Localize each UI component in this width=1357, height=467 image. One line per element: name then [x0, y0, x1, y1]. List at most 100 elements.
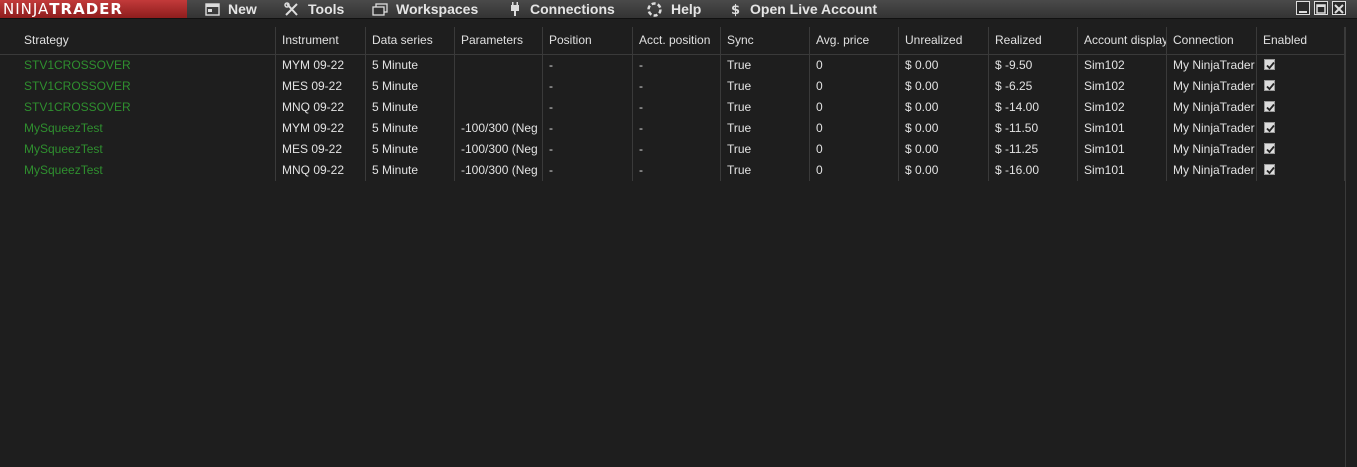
cell-connection: My NinjaTrader — [1167, 160, 1257, 181]
close-button[interactable] — [1332, 1, 1346, 15]
minimize-button[interactable] — [1296, 1, 1310, 15]
cell-sync: True — [721, 139, 810, 160]
cell-realized: $ -16.00 — [989, 160, 1078, 181]
logo-text-ninja: NINJA — [3, 0, 50, 18]
cell-instrument: MYM 09-22 — [276, 55, 366, 76]
cell-connection: My NinjaTrader — [1167, 76, 1257, 97]
column-header-strategy[interactable]: Strategy — [18, 27, 276, 54]
table-row[interactable]: STV1CROSSOVER MES 09-22 5 Minute - - True 0 $ 0… — [0, 76, 1345, 97]
cell-parameters — [455, 55, 543, 76]
cell-acct-position: - — [633, 76, 721, 97]
svg-text:$: $ — [731, 3, 740, 17]
cell-instrument: MYM 09-22 — [276, 118, 366, 139]
cell-sync: True — [721, 97, 810, 118]
menu-tools-label: Tools — [308, 0, 345, 17]
cell-connection: My NinjaTrader — [1167, 118, 1257, 139]
cell-avg-price: 0 — [810, 55, 899, 76]
column-header-realized[interactable]: Realized — [989, 27, 1078, 54]
cell-instrument: MNQ 09-22 — [276, 160, 366, 181]
menu-help-label: Help — [671, 0, 702, 17]
cell-position: - — [543, 160, 633, 181]
table-row[interactable]: MySqueezTest MNQ 09-22 5 Minute -100/300 (N… — [0, 160, 1345, 181]
table-row[interactable]: MySqueezTest MES 09-22 5 Minute -100/300 (N… — [0, 139, 1345, 160]
cell-position: - — [543, 76, 633, 97]
cell-unrealized: $ 0.00 — [899, 139, 989, 160]
menu-workspaces[interactable]: Workspaces — [372, 0, 478, 18]
column-header-enabled[interactable]: Enabled — [1257, 27, 1345, 54]
column-header-acct-position[interactable]: Acct. position — [633, 27, 721, 54]
cell-strategy: STV1CROSSOVER — [0, 76, 276, 97]
cell-enabled — [1257, 139, 1345, 160]
cell-connection: My NinjaTrader — [1167, 97, 1257, 118]
column-header-parameters[interactable]: Parameters — [455, 27, 543, 54]
cell-realized: $ -9.50 — [989, 55, 1078, 76]
cell-data-series: 5 Minute — [366, 55, 455, 76]
menu-tools[interactable]: Tools — [284, 0, 344, 18]
cell-connection: My NinjaTrader — [1167, 139, 1257, 160]
cell-acct-position: - — [633, 55, 721, 76]
checkbox-checked-icon[interactable] — [1264, 122, 1275, 133]
column-header-position[interactable]: Position — [543, 27, 633, 54]
menu-live-label: Open Live Account — [750, 0, 878, 17]
checkbox-checked-icon[interactable] — [1264, 59, 1275, 70]
cell-data-series: 5 Minute — [366, 139, 455, 160]
column-header-avg-price[interactable]: Avg. price — [810, 27, 899, 54]
column-header-instrument[interactable]: Instrument — [276, 27, 366, 54]
minimize-icon — [1299, 11, 1307, 13]
cell-position: - — [543, 139, 633, 160]
cell-unrealized: $ 0.00 — [899, 118, 989, 139]
cell-enabled — [1257, 118, 1345, 139]
maximize-button[interactable] — [1314, 1, 1328, 15]
cell-unrealized: $ 0.00 — [899, 97, 989, 118]
cell-realized: $ -14.00 — [989, 97, 1078, 118]
cell-acct-position: - — [633, 160, 721, 181]
cell-instrument: MES 09-22 — [276, 76, 366, 97]
cell-instrument: MNQ 09-22 — [276, 97, 366, 118]
menu-connections[interactable]: Connections — [508, 0, 615, 18]
column-header-sync[interactable]: Sync — [721, 27, 810, 54]
checkbox-checked-icon[interactable] — [1264, 80, 1275, 91]
table-row[interactable]: STV1CROSSOVER MYM 09-22 5 Minute - - True 0 $ 0… — [0, 55, 1345, 76]
table-row[interactable]: STV1CROSSOVER MNQ 09-22 5 Minute - - True 0 $ 0… — [0, 97, 1345, 118]
menu-new[interactable]: New — [205, 0, 257, 18]
vertical-scroll-area[interactable] — [1346, 27, 1357, 467]
cell-parameters: -100/300 (Neg — [455, 160, 543, 181]
cell-avg-price: 0 — [810, 118, 899, 139]
menu-help[interactable]: Help — [646, 0, 701, 18]
menu-connections-label: Connections — [530, 0, 615, 17]
cell-realized: $ -6.25 — [989, 76, 1078, 97]
menu-open-live-account[interactable]: $ Open Live Account — [730, 0, 877, 18]
new-window-icon — [205, 2, 220, 16]
cell-avg-price: 0 — [810, 76, 899, 97]
cell-enabled — [1257, 76, 1345, 97]
cell-avg-price: 0 — [810, 139, 899, 160]
cell-parameters: -100/300 (Neg — [455, 118, 543, 139]
checkbox-checked-icon[interactable] — [1264, 143, 1275, 154]
column-header-account-display-name[interactable]: Account display name — [1078, 27, 1167, 54]
column-header-connection[interactable]: Connection — [1167, 27, 1257, 54]
cell-avg-price: 0 — [810, 160, 899, 181]
checkbox-checked-icon[interactable] — [1264, 101, 1275, 112]
strategies-grid: Strategy Instrument Data series Paramete… — [0, 27, 1346, 467]
cell-sync: True — [721, 118, 810, 139]
cell-acct-position: - — [633, 118, 721, 139]
column-header-unrealized[interactable]: Unrealized — [899, 27, 989, 54]
cell-realized: $ -11.25 — [989, 139, 1078, 160]
cell-position: - — [543, 118, 633, 139]
cell-data-series: 5 Minute — [366, 160, 455, 181]
dollar-icon: $ — [731, 3, 740, 17]
column-header-data-series[interactable]: Data series — [366, 27, 455, 54]
cell-enabled — [1257, 160, 1345, 181]
cell-unrealized: $ 0.00 — [899, 76, 989, 97]
cell-parameters — [455, 97, 543, 118]
table-row[interactable]: MySqueezTest MYM 09-22 5 Minute -100/300 (N… — [0, 118, 1345, 139]
menu-bar: NINJATRADER New Tools Workspaces Connect… — [0, 0, 1357, 19]
cell-sync: True — [721, 160, 810, 181]
cell-avg-price: 0 — [810, 97, 899, 118]
cell-account-display-name: Sim101 — [1078, 160, 1167, 181]
cell-position: - — [543, 55, 633, 76]
cell-strategy: STV1CROSSOVER — [0, 97, 276, 118]
checkbox-checked-icon[interactable] — [1264, 164, 1275, 175]
maximize-icon — [1316, 4, 1326, 14]
tools-icon — [284, 1, 298, 16]
